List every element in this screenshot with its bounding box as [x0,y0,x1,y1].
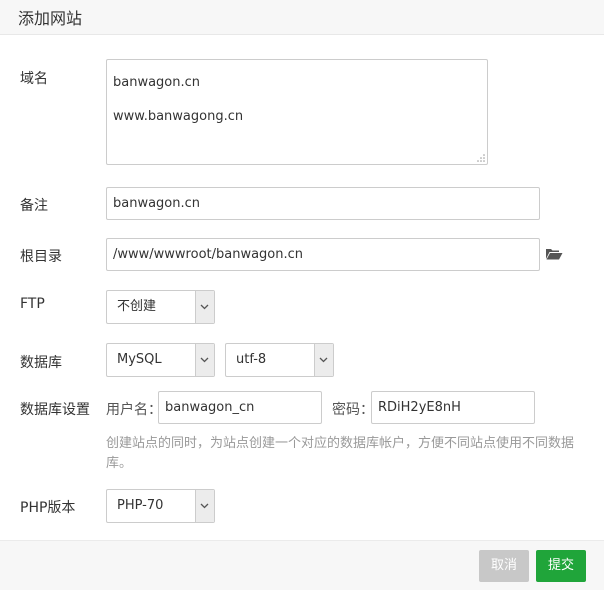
cancel-button[interactable]: 取消 [479,550,529,582]
domain-textarea[interactable]: banwagon.cn www.banwagong.cn [106,59,488,165]
remark-label: 备注 [20,198,48,214]
database-charset-value: utf-8 [236,352,267,367]
db-password-label: 密码： [332,402,374,418]
dialog-title: 添加网站 [18,9,83,28]
chevron-down-icon[interactable] [314,344,333,376]
db-username-label: 用户名： [106,402,162,418]
chevron-down-icon[interactable] [195,344,214,376]
ftp-select[interactable]: 不创建 [106,290,215,324]
php-version-label: PHP版本 [20,500,76,516]
folder-open-icon[interactable] [545,248,563,260]
domain-line-1: banwagon.cn [113,75,201,90]
db-password-input[interactable]: RDiH2yE8nH [371,391,535,424]
db-settings-label: 数据库设置 [20,402,90,418]
database-type-select[interactable]: MySQL [106,343,215,377]
database-type-value: MySQL [117,352,162,367]
db-settings-hint: 创建站点的同时，为站点创建一个对应的数据库帐户，方便不同站点使用不同数据库。 [106,436,575,471]
db-username-input[interactable]: banwagon_cn [158,391,322,424]
php-version-value: PHP-70 [117,498,164,513]
submit-button[interactable]: 提交 [536,550,586,582]
remark-input[interactable]: banwagon.cn [106,187,540,220]
chevron-down-icon[interactable] [195,490,214,522]
ftp-select-value: 不创建 [117,299,157,314]
resize-grip-icon[interactable] [477,154,485,162]
php-version-select[interactable]: PHP-70 [106,489,215,523]
dialog-header: 添加网站 [0,0,604,35]
domain-line-2: www.banwagong.cn [113,109,244,124]
ftp-label: FTP [20,296,45,312]
chevron-down-icon[interactable] [195,291,214,323]
root-dir-label: 根目录 [20,249,62,265]
domain-label: 域名 [20,71,48,87]
database-charset-select[interactable]: utf-8 [225,343,334,377]
database-label: 数据库 [20,355,62,371]
root-dir-input[interactable]: /www/wwwroot/banwagon.cn [106,238,540,271]
